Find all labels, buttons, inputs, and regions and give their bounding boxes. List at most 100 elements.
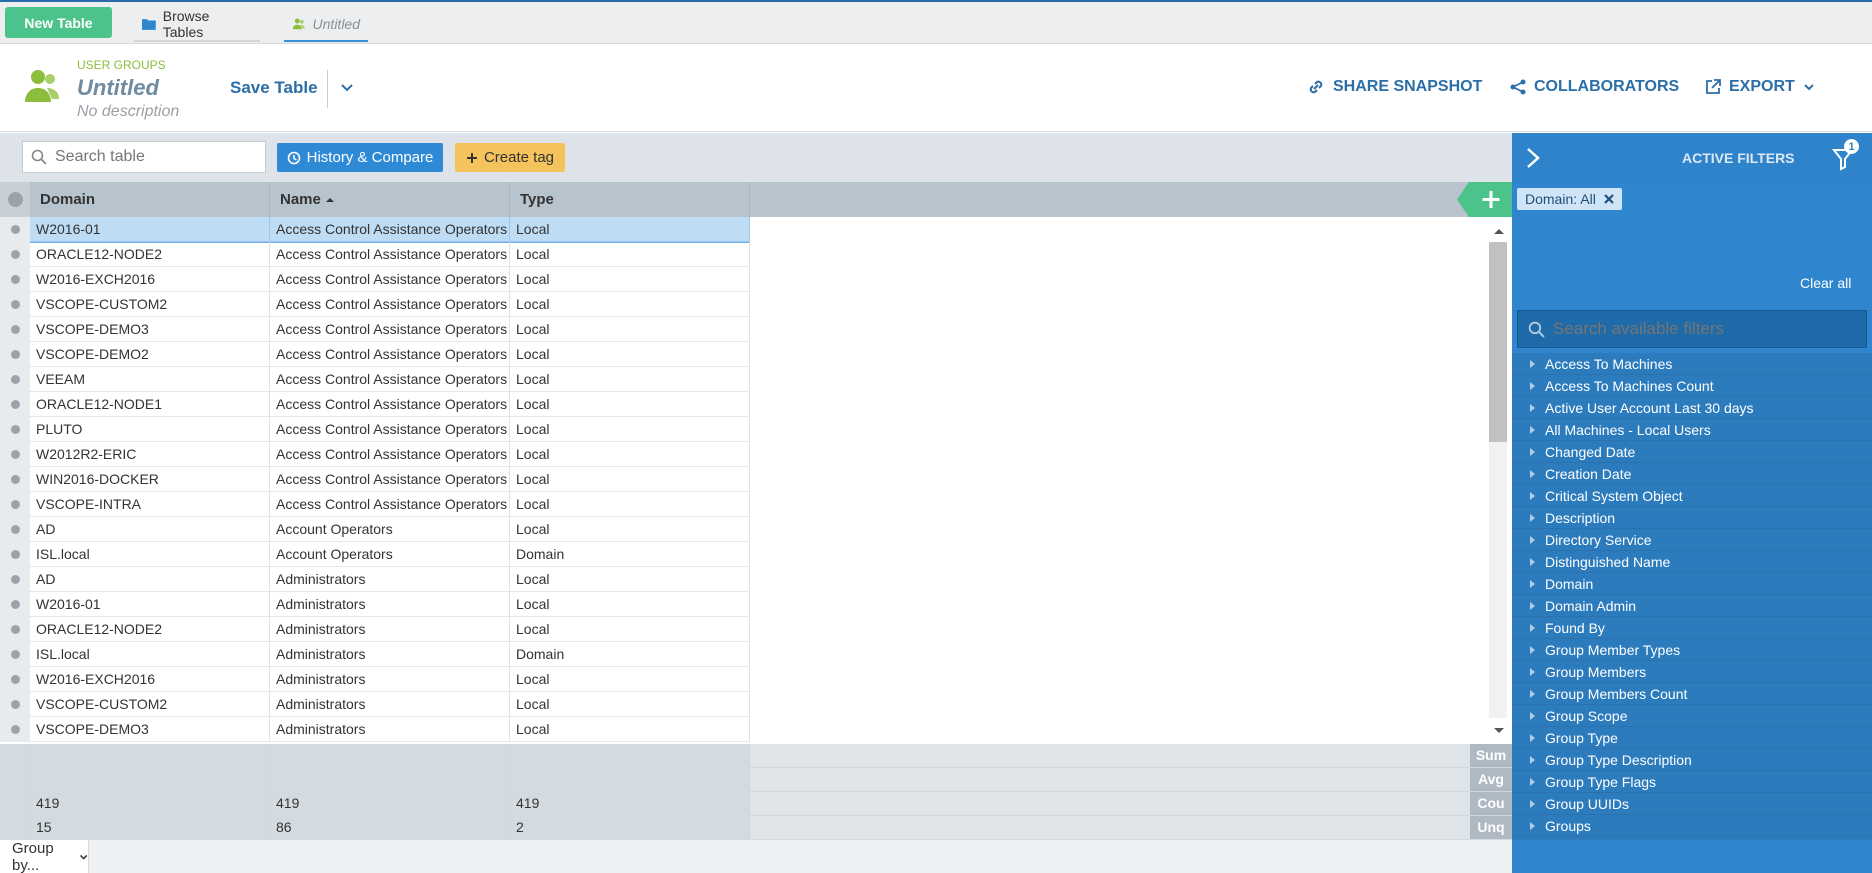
table-row[interactable]: ISL.local Account Operators Domain	[0, 542, 750, 567]
cell-domain[interactable]: VEEAM	[30, 367, 270, 392]
cell-domain[interactable]: VSCOPE-CUSTOM2	[30, 292, 270, 317]
cell-name[interactable]: Access Control Assistance Operators	[270, 242, 510, 267]
table-row[interactable]: PLUTO Access Control Assistance Operators…	[0, 417, 750, 442]
cell-name[interactable]: Administrators	[270, 567, 510, 592]
scroll-up-icon[interactable]	[1488, 222, 1508, 242]
cell-name[interactable]: Administrators	[270, 642, 510, 667]
filter-item[interactable]: Active User Account Last 30 days	[1512, 397, 1872, 419]
table-row[interactable]: W2016-EXCH2016 Administrators Local	[0, 667, 750, 692]
row-selector[interactable]	[0, 292, 30, 317]
filter-item[interactable]: Description	[1512, 507, 1872, 529]
filter-item[interactable]: Group Type Description	[1512, 749, 1872, 771]
row-selector[interactable]	[0, 392, 30, 417]
cell-domain[interactable]: AD	[30, 567, 270, 592]
table-row[interactable]: W2016-01 Access Control Assistance Operat…	[0, 217, 750, 243]
filter-item[interactable]: Found By	[1512, 617, 1872, 639]
save-table-button[interactable]: Save Table	[230, 78, 318, 98]
export-button[interactable]: EXPORT	[1705, 78, 1815, 96]
table-row[interactable]: W2012R2-ERIC Access Control Assistance Op…	[0, 442, 750, 467]
cell-name[interactable]: Account Operators	[270, 517, 510, 542]
cell-domain[interactable]: VSCOPE-DEMO3	[30, 717, 270, 742]
cell-domain[interactable]: VSCOPE-CUSTOM2	[30, 692, 270, 717]
filter-item[interactable]: Changed Date	[1512, 441, 1872, 463]
share-snapshot-button[interactable]: SHARE SNAPSHOT	[1307, 78, 1482, 96]
filter-item[interactable]: Directory Service	[1512, 529, 1872, 551]
row-selector[interactable]	[0, 542, 30, 567]
cell-name[interactable]: Account Operators	[270, 542, 510, 567]
table-row[interactable]: W2016-01 Administrators Local	[0, 592, 750, 617]
close-icon[interactable]	[1604, 194, 1614, 204]
select-all-toggle[interactable]	[0, 182, 30, 217]
row-selector[interactable]	[0, 467, 30, 492]
tab-untitled[interactable]: Untitled	[284, 8, 368, 42]
cell-type[interactable]: Local	[510, 392, 750, 417]
cell-type[interactable]: Local	[510, 617, 750, 642]
cell-type[interactable]: Local	[510, 592, 750, 617]
cell-domain[interactable]: W2016-EXCH2016	[30, 667, 270, 692]
cell-type[interactable]: Local	[510, 442, 750, 467]
column-header-name[interactable]: Name	[270, 182, 510, 217]
filter-item[interactable]: Domain Admin	[1512, 595, 1872, 617]
row-selector[interactable]	[0, 217, 30, 242]
filter-item[interactable]: Group Members	[1512, 661, 1872, 683]
table-row[interactable]: VSCOPE-DEMO2 Access Control Assistance Op…	[0, 342, 750, 367]
row-selector[interactable]	[0, 617, 30, 642]
tab-browse-tables[interactable]: Browse Tables	[134, 8, 260, 42]
column-header-domain[interactable]: Domain	[30, 182, 270, 217]
cell-type[interactable]: Domain	[510, 542, 750, 567]
filter-search-box[interactable]	[1517, 310, 1867, 348]
filter-item[interactable]: Critical System Object	[1512, 485, 1872, 507]
cell-name[interactable]: Access Control Assistance Operators	[270, 267, 510, 292]
cell-domain[interactable]: W2016-01	[30, 217, 270, 242]
cell-type[interactable]: Local	[510, 567, 750, 592]
chevron-right-icon[interactable]	[1524, 147, 1542, 169]
cell-domain[interactable]: VSCOPE-DEMO3	[30, 317, 270, 342]
page-title[interactable]: Untitled	[77, 75, 159, 101]
aggregate-label[interactable]: Sum	[1470, 744, 1512, 767]
table-row[interactable]: VEEAM Access Control Assistance Operators…	[0, 367, 750, 392]
row-selector[interactable]	[0, 442, 30, 467]
cell-domain[interactable]: W2012R2-ERIC	[30, 442, 270, 467]
cell-type[interactable]: Local	[510, 667, 750, 692]
search-table-input[interactable]	[55, 148, 245, 166]
filter-item[interactable]: Creation Date	[1512, 463, 1872, 485]
table-row[interactable]: VSCOPE-INTRA Access Control Assistance Op…	[0, 492, 750, 517]
cell-domain[interactable]: ORACLE12-NODE2	[30, 617, 270, 642]
cell-name[interactable]: Access Control Assistance Operators	[270, 392, 510, 417]
cell-type[interactable]: Local	[510, 417, 750, 442]
filter-item[interactable]: All Machines - Local Users	[1512, 419, 1872, 441]
table-row[interactable]: VSCOPE-DEMO3 Administrators Local	[0, 717, 750, 742]
cell-domain[interactable]: ORACLE12-NODE2	[30, 242, 270, 267]
history-compare-button[interactable]: History & Compare	[277, 143, 443, 172]
search-table-box[interactable]	[22, 141, 266, 173]
row-selector[interactable]	[0, 342, 30, 367]
cell-name[interactable]: Administrators	[270, 592, 510, 617]
row-selector[interactable]	[0, 592, 30, 617]
cell-name[interactable]: Access Control Assistance Operators	[270, 342, 510, 367]
cell-name[interactable]: Administrators	[270, 717, 510, 742]
filter-item[interactable]: Group Member Types	[1512, 639, 1872, 661]
table-row[interactable]: WIN2016-DOCKER Access Control Assistance …	[0, 467, 750, 492]
filter-item[interactable]: Access To Machines	[1512, 353, 1872, 375]
cell-domain[interactable]: VSCOPE-INTRA	[30, 492, 270, 517]
table-row[interactable]: ORACLE12-NODE1 Access Control Assistance …	[0, 392, 750, 417]
filter-item[interactable]: Domain	[1512, 573, 1872, 595]
cell-name[interactable]: Access Control Assistance Operators	[270, 292, 510, 317]
filter-item[interactable]: Group Type	[1512, 727, 1872, 749]
row-selector[interactable]	[0, 667, 30, 692]
table-row[interactable]: AD Administrators Local	[0, 567, 750, 592]
filter-item[interactable]: Distinguished Name	[1512, 551, 1872, 573]
filter-item[interactable]: Group Scope	[1512, 705, 1872, 727]
cell-domain[interactable]: ORACLE12-NODE1	[30, 392, 270, 417]
cell-name[interactable]: Administrators	[270, 692, 510, 717]
cell-type[interactable]: Local	[510, 317, 750, 342]
create-tag-button[interactable]: Create tag	[455, 143, 565, 172]
table-row[interactable]: ORACLE12-NODE2 Administrators Local	[0, 617, 750, 642]
row-selector[interactable]	[0, 367, 30, 392]
cell-type[interactable]: Local	[510, 717, 750, 742]
group-by-dropdown[interactable]: Group by...	[0, 840, 89, 873]
cell-name[interactable]: Administrators	[270, 617, 510, 642]
filter-item[interactable]: Group Members Count	[1512, 683, 1872, 705]
row-selector[interactable]	[0, 692, 30, 717]
row-selector[interactable]	[0, 317, 30, 342]
